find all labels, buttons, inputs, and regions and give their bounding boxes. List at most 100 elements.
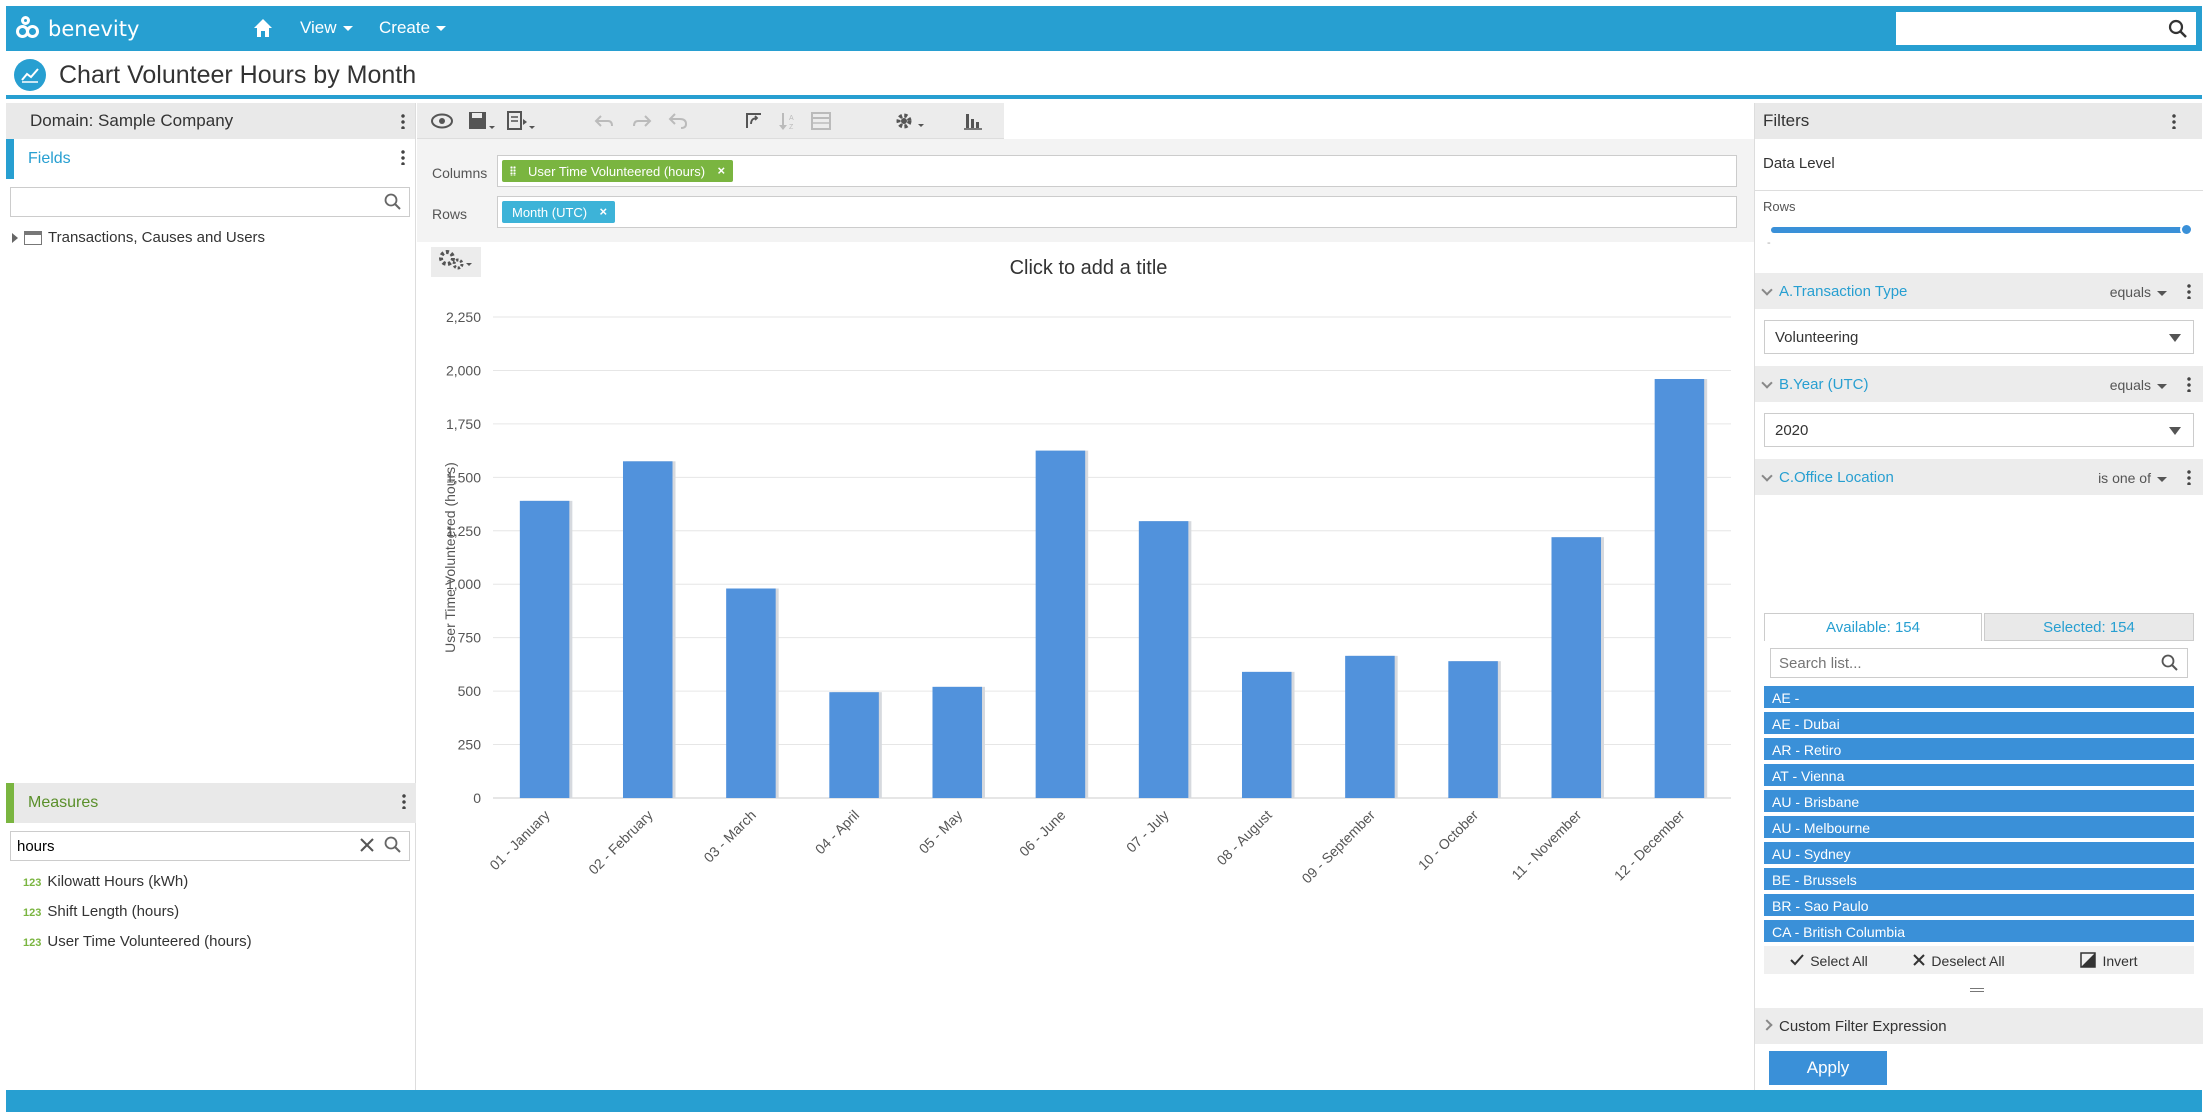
global-search-input[interactable] [1896,12,2196,45]
tree-item-transactions[interactable]: Transactions, Causes and Users [12,229,265,246]
year-select[interactable]: 2020 [1764,413,2194,447]
table-icon [24,230,42,245]
filter-name: B.Year (UTC) [1779,376,1869,393]
eye-icon[interactable] [431,111,453,131]
transaction-type-select[interactable]: Volunteering [1764,320,2194,354]
y-tick-label: 500 [458,683,482,699]
x-tick-label: 11 - November [1508,807,1584,883]
sort-icon[interactable]: AZ [777,111,799,131]
svg-text:Z: Z [789,124,794,131]
columns-shelf[interactable]: User Time Volunteered (hours) × [497,155,1737,187]
filter-year[interactable]: B.Year (UTC) equals [1755,366,2203,402]
remove-pill-icon[interactable]: × [600,204,608,219]
fields-header: Fields [6,139,415,179]
measure-item[interactable]: 123 Kilowatt Hours (kWh) [23,873,188,890]
apply-button[interactable]: Apply [1769,1051,1887,1085]
filter-office-location[interactable]: C.Office Location is one of [1755,459,2203,495]
more-options-icon[interactable] [2187,376,2191,392]
fields-label: Fields [28,150,71,167]
view-menu[interactable]: View [300,18,353,38]
remove-pill-icon[interactable]: × [717,163,725,178]
invert-icon [2080,951,2097,971]
list-item[interactable]: AR - Retiro [1764,738,2194,762]
measure-label: User Time Volunteered (hours) [47,933,252,950]
list-item[interactable]: AU - Sydney [1764,842,2194,866]
list-item[interactable]: BR - Sao Paulo [1764,894,2194,918]
more-options-icon[interactable] [402,793,406,809]
list-item[interactable]: AE - [1764,686,2194,710]
numeric-type-icon: 123 [23,877,42,889]
rows-level-label: Rows [1763,199,1796,214]
custom-filter-expression-row[interactable]: Custom Filter Expression [1755,1008,2203,1044]
measures-search-input[interactable] [10,831,410,861]
invert-button[interactable]: Invert [2024,948,2194,974]
create-menu[interactable]: Create [379,18,447,38]
list-item[interactable]: CA - British Columbia [1764,920,2194,944]
more-options-icon[interactable] [2172,113,2176,129]
search-icon[interactable] [2161,654,2179,677]
more-options-icon[interactable] [401,113,405,129]
y-tick-label: 0 [473,790,481,806]
view-menu-label: View [300,18,337,37]
resize-handle-icon[interactable] [1970,988,1984,992]
drag-handle-icon[interactable] [510,166,516,176]
y-tick-label: 2,250 [446,309,481,325]
x-tick-label: 03 - March [700,807,759,866]
more-options-icon[interactable] [401,149,405,165]
x-tick-label: 09 - September [1298,807,1378,887]
filters-panel: Filters Data Level Rows - A.Transaction … [1754,103,2203,1090]
redo-icon[interactable] [631,111,653,131]
y-tick-label: 250 [458,737,482,753]
export-icon[interactable] [505,111,537,131]
chevron-down-icon [2157,383,2167,389]
search-icon[interactable] [384,836,402,859]
save-icon[interactable] [467,111,497,131]
column-pill[interactable]: User Time Volunteered (hours) × [502,160,734,182]
clear-icon[interactable] [358,836,376,859]
list-item[interactable]: AU - Melbourne [1764,816,2194,840]
filter-operator[interactable]: equals [2110,284,2167,300]
row-pill[interactable]: Month (UTC) × [502,201,616,223]
list-item[interactable]: AE - Dubai [1764,712,2194,736]
pivot-icon[interactable] [743,111,765,131]
bar [726,588,776,798]
bar [622,461,673,798]
more-options-icon[interactable] [2187,283,2191,299]
numeric-type-icon: 123 [23,907,42,919]
chevron-down-icon [1761,377,1773,389]
filter-operator[interactable]: is one of [2098,470,2167,486]
table-layout-icon[interactable] [810,111,832,131]
chart-container: Click to add a title 0 250 500 750 1,000 1,25… [431,243,1746,1073]
list-item[interactable]: AU - Brisbane [1764,790,2194,814]
select-all-label: Select All [1810,953,1868,969]
tab-selected[interactable]: Selected: 154 [1984,613,2194,641]
location-search-input[interactable] [1770,648,2188,678]
undo-all-icon[interactable] [667,111,689,131]
search-icon[interactable] [384,193,402,216]
bar-chart-icon[interactable] [962,111,984,131]
more-options-icon[interactable] [2187,469,2191,485]
deselect-all-button[interactable]: Deselect All [1894,948,2024,974]
svg-text:A: A [789,115,794,122]
gear-icon[interactable] [893,111,927,131]
rows-shelf[interactable]: Month (UTC) × [497,196,1737,228]
chevron-down-icon [436,26,447,32]
search-icon[interactable] [2168,19,2188,44]
slider-handle[interactable] [2180,223,2193,236]
list-item[interactable]: BE - Brussels [1764,868,2194,892]
home-icon[interactable] [252,17,274,39]
benevity-logo[interactable]: benevity [14,14,139,44]
list-item[interactable]: AT - Vienna [1764,764,2194,788]
undo-icon[interactable] [593,111,615,131]
select-all-button[interactable]: Select All [1764,948,1894,974]
data-level-slider[interactable] [1771,223,2193,236]
transaction-type-value: Volunteering [1775,329,1859,346]
fields-search-input[interactable] [10,187,410,217]
filter-transaction-type[interactable]: A.Transaction Type equals [1755,273,2203,309]
tab-available[interactable]: Available: 154 [1764,613,1982,641]
create-menu-label: Create [379,18,431,37]
filter-operator[interactable]: equals [2110,377,2167,393]
data-level-label: Data Level [1763,155,1835,172]
measure-item[interactable]: 123 Shift Length (hours) [23,903,179,920]
measure-item[interactable]: 123 User Time Volunteered (hours) [23,933,252,950]
